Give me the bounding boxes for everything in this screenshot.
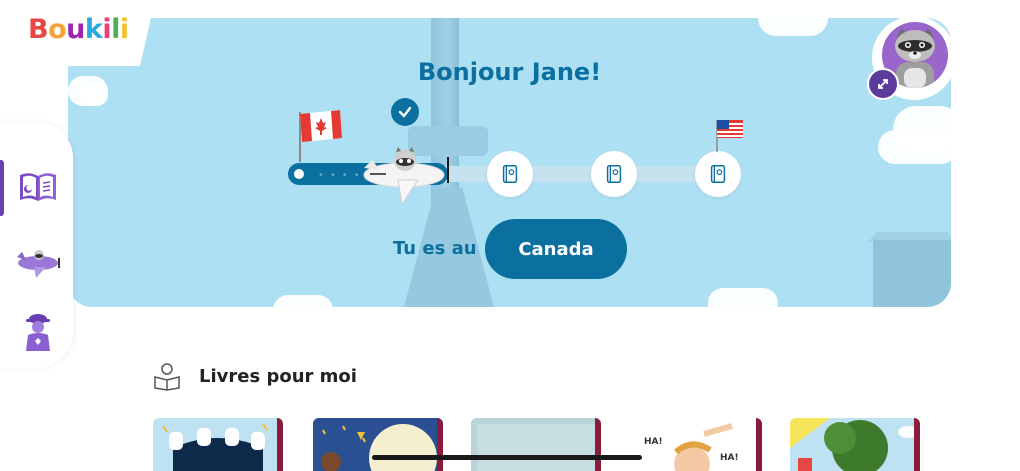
- logo-letter: l: [111, 14, 120, 45]
- airplane-icon: [17, 250, 60, 278]
- logo-letter: k: [84, 14, 103, 45]
- book-icon: [606, 165, 622, 183]
- book-stop-1[interactable]: [487, 151, 533, 197]
- switch-profile-button[interactable]: [867, 68, 899, 100]
- greeting-title: Bonjour Jane!: [417, 58, 602, 86]
- journey-banner: Bonjour Jane! ••••• Tu es au Canada: [68, 18, 951, 307]
- canada-flag-icon: [299, 110, 342, 162]
- book-card-4[interactable]: HA! HA!: [632, 418, 762, 471]
- book-icon: [710, 165, 726, 183]
- text-cursor: [447, 157, 449, 183]
- country-button[interactable]: Canada: [485, 219, 627, 279]
- checkmark-icon: [391, 98, 419, 126]
- horizontal-scrollbar[interactable]: [372, 455, 642, 460]
- book-card-2[interactable]: [313, 418, 443, 471]
- swap-arrows-icon: [878, 79, 888, 89]
- cloud: [708, 288, 778, 307]
- usa-flag-icon: [716, 120, 743, 152]
- sidebar-item-character[interactable]: [14, 308, 62, 356]
- boukili-logo[interactable]: Boukili: [28, 14, 129, 45]
- sidebar-item-journey[interactable]: [14, 237, 62, 285]
- cloud: [878, 130, 951, 164]
- book-cover-tree: [790, 418, 920, 471]
- building: [873, 240, 951, 307]
- logo-letter: i: [119, 14, 129, 45]
- book-cover-night: [313, 418, 443, 471]
- book-card-1[interactable]: [153, 418, 283, 471]
- book-cover-plain: [471, 418, 601, 471]
- avatar[interactable]: [867, 16, 956, 100]
- svg-text:HA!: HA!: [720, 453, 739, 463]
- logo-letter: o: [48, 14, 67, 45]
- logo-letter: i: [102, 14, 112, 45]
- location-label: Tu es au: [393, 238, 477, 259]
- book-card-3[interactable]: [471, 418, 601, 471]
- book-stop-2[interactable]: [591, 151, 637, 197]
- cloud: [80, 84, 108, 106]
- sidebar-item-books[interactable]: [14, 162, 62, 210]
- book-card-5[interactable]: [790, 418, 920, 471]
- book-stop-3[interactable]: [695, 151, 741, 197]
- svg-text:HA!: HA!: [644, 437, 663, 447]
- cloud: [758, 18, 828, 36]
- sidebar-active-indicator: [0, 160, 4, 216]
- logo-letter: B: [28, 14, 49, 45]
- book-cover-teeth: [153, 418, 283, 471]
- cloud: [273, 295, 333, 307]
- book-icon: [502, 165, 518, 183]
- open-book-icon: [20, 173, 56, 201]
- airplane-raccoon-icon: [363, 147, 445, 206]
- book-cover-ha: HA! HA!: [632, 418, 762, 471]
- character-icon: [26, 314, 50, 351]
- logo-letter: u: [66, 14, 85, 45]
- reader-icon: [154, 363, 180, 391]
- start-point: [290, 165, 308, 183]
- section-title: Livres pour moi: [199, 366, 357, 387]
